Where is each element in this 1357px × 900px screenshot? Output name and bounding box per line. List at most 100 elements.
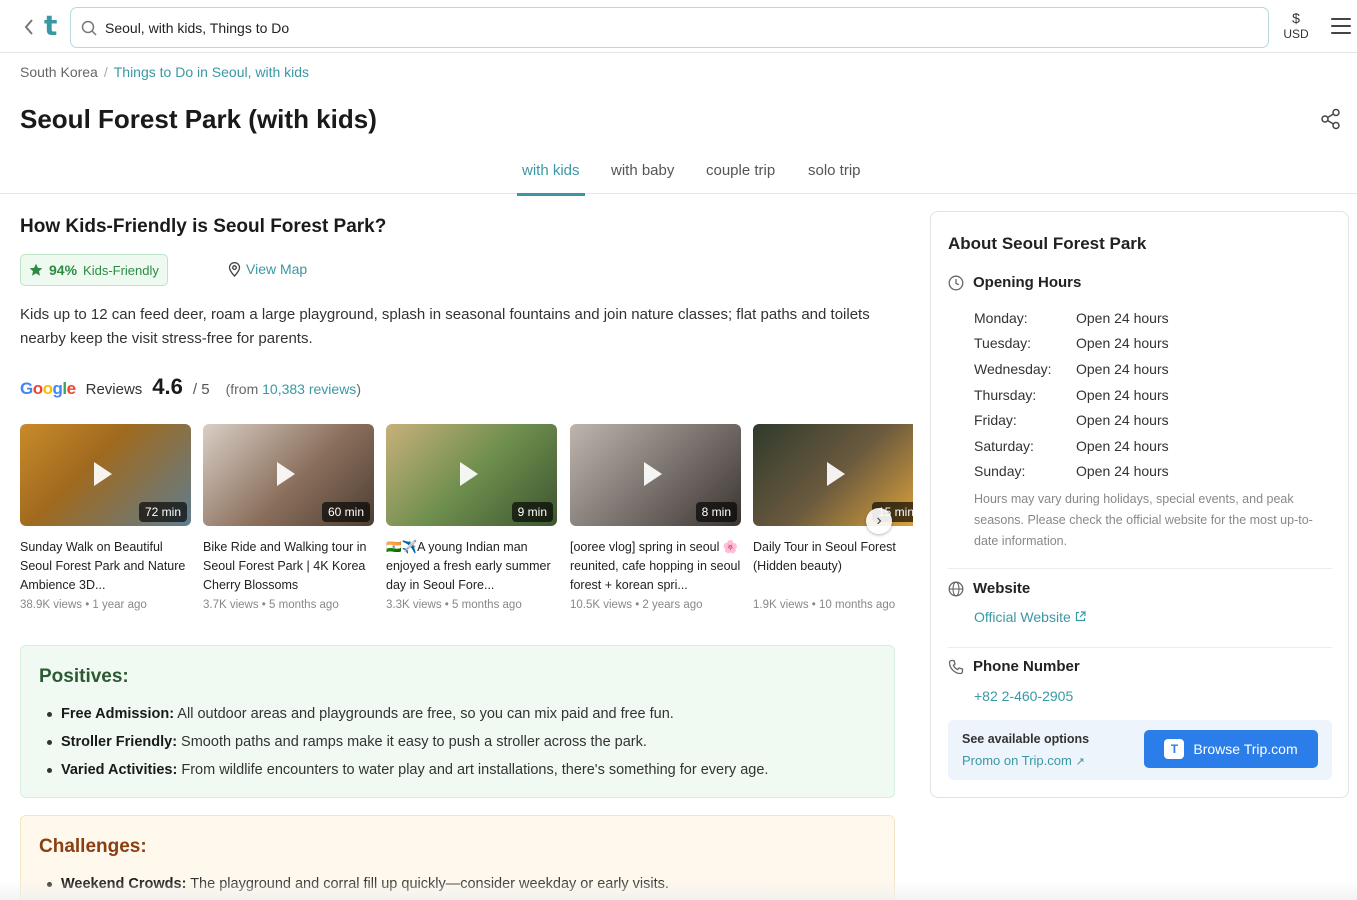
opening-hours-label: Opening Hours <box>973 274 1082 291</box>
trip-type-tabs: with kids with baby couple trip solo tri… <box>0 150 1357 196</box>
positive-item: Stroller Friendly: Smooth paths and ramp… <box>39 728 876 756</box>
promo-box: See available options Promo on Trip.com … <box>948 720 1332 780</box>
search-input[interactable] <box>105 19 1205 36</box>
video-meta: 1.9K views • 10 months ago <box>753 599 896 611</box>
kids-friendly-label: Kids-Friendly <box>83 262 159 278</box>
video-thumbnail[interactable]: 8 min <box>570 424 741 526</box>
phone-header: Phone Number <box>948 658 1080 675</box>
currency-selector[interactable]: $ USD <box>1280 10 1312 42</box>
divider <box>948 647 1332 648</box>
promo-link[interactable]: Promo on Trip.com ↗ <box>962 753 1085 768</box>
play-icon <box>94 462 112 486</box>
site-logo[interactable]: t <box>44 9 57 42</box>
browse-trip-label: Browse Trip.com <box>1193 741 1298 757</box>
reviews-summary: Google Reviews 4.6 / 5 (from 10,383 revi… <box>20 374 361 400</box>
external-link-icon <box>1075 611 1086 622</box>
search-bar[interactable] <box>70 7 1269 48</box>
video-card[interactable]: 72 min Sunday Walk on Beautiful Seoul Fo… <box>20 424 191 611</box>
breadcrumb-current[interactable]: Things to Do in Seoul, with kids <box>114 64 309 80</box>
page-title: Seoul Forest Park (with kids) <box>20 104 377 134</box>
bottom-fade <box>0 880 1357 900</box>
opening-hours-header: Opening Hours <box>948 274 1081 291</box>
positives-heading: Positives: <box>39 666 129 687</box>
hours-row: Sunday: Open 24 hours <box>974 463 1169 480</box>
play-icon <box>827 462 845 486</box>
challenges-heading: Challenges: <box>39 836 147 857</box>
back-arrow-icon[interactable] <box>18 14 40 40</box>
arrow-up-right-icon: ↗ <box>1075 756 1085 768</box>
video-title[interactable]: Sunday Walk on Beautiful Seoul Forest Pa… <box>20 538 191 595</box>
website-header: Website <box>948 580 1030 597</box>
hamburger-menu-icon[interactable] <box>1331 18 1351 36</box>
phone-icon <box>948 659 964 674</box>
video-card[interactable]: 9 min 🇮🇳✈️A young Indian man enjoyed a f… <box>386 424 557 611</box>
kids-friendly-percent: 94% <box>49 262 78 278</box>
video-duration: 72 min <box>138 502 187 522</box>
video-title[interactable]: 🇮🇳✈️A young Indian man enjoyed a fresh e… <box>386 538 557 595</box>
video-card[interactable]: 60 min Bike Ride and Walking tour in Seo… <box>203 424 374 611</box>
video-thumbnail[interactable]: 60 min <box>203 424 374 526</box>
hours-table: Monday: Open 24 hours Tuesday: Open 24 hou… <box>974 305 1169 484</box>
positives-panel: Positives: Free Admission: All outdoor a… <box>20 645 895 798</box>
video-thumbnail[interactable]: 15 min <box>753 424 913 526</box>
video-meta: 3.3K views • 5 months ago <box>386 599 522 611</box>
breadcrumb-separator: / <box>103 64 108 80</box>
video-title[interactable]: Daily Tour in Seoul Forest (Hidden beaut… <box>753 538 913 595</box>
currency-symbol: $ <box>1292 10 1300 26</box>
view-map-link[interactable]: View Map <box>228 261 307 277</box>
hours-row: Friday: Open 24 hours <box>974 412 1169 429</box>
about-panel: About Seoul Forest Park Opening Hours Mo… <box>930 211 1349 798</box>
video-title[interactable]: Bike Ride and Walking tour in Seoul Fore… <box>203 538 374 595</box>
clock-icon <box>948 275 964 290</box>
video-title[interactable]: [ooree vlog] spring in seoul 🌸 reunited,… <box>570 538 741 595</box>
reviews-count-link[interactable]: 10,383 reviews <box>262 381 356 397</box>
play-icon <box>644 462 662 486</box>
reviews-count: (from 10,383 reviews) <box>225 381 361 397</box>
browse-trip-button[interactable]: T Browse Trip.com <box>1144 730 1318 768</box>
hours-row: Monday: Open 24 hours <box>974 309 1169 326</box>
kids-friendly-badge: 94% Kids-Friendly <box>20 254 168 286</box>
phone-number-link[interactable]: +82 2-460-2905 <box>974 688 1073 704</box>
currency-code: USD <box>1283 27 1309 41</box>
trip-logo-icon: T <box>1164 739 1185 759</box>
rating-scale: / 5 <box>192 381 210 398</box>
website-label: Website <box>973 580 1031 597</box>
phone-label: Phone Number <box>973 658 1080 675</box>
hours-row: Tuesday: Open 24 hours <box>974 335 1169 352</box>
promo-label: See available options <box>962 732 1090 746</box>
tab-with-kids[interactable]: with kids <box>517 162 585 196</box>
carousel-next-icon[interactable]: › <box>866 508 892 534</box>
video-duration: 60 min <box>321 502 370 522</box>
positive-item: Free Admission: All outdoor areas and pl… <box>39 700 876 728</box>
play-icon <box>460 462 478 486</box>
divider <box>948 568 1332 569</box>
official-website-link[interactable]: Official Website <box>974 609 1086 625</box>
video-carousel: 72 min Sunday Walk on Beautiful Seoul Fo… <box>20 424 913 624</box>
video-meta: 3.7K views • 5 months ago <box>203 599 339 611</box>
star-icon <box>29 263 43 276</box>
video-card[interactable]: 8 min [ooree vlog] spring in seoul 🌸 reu… <box>570 424 741 611</box>
kids-friendly-heading: How Kids-Friendly is Seoul Forest Park? <box>20 216 387 237</box>
reviews-label: Reviews <box>85 381 143 398</box>
tab-with-baby[interactable]: with baby <box>611 162 674 193</box>
positive-item: Varied Activities: From wildlife encount… <box>39 756 876 784</box>
hours-row: Wednesday: Open 24 hours <box>974 360 1169 377</box>
about-title: About Seoul Forest Park <box>948 234 1147 253</box>
hours-row: Saturday: Open 24 hours <box>974 437 1169 454</box>
google-logo: Google <box>20 379 76 398</box>
video-thumbnail[interactable]: 72 min <box>20 424 191 526</box>
location-pin-icon <box>228 261 241 277</box>
play-icon <box>277 462 295 486</box>
globe-icon <box>948 581 964 596</box>
video-thumbnail[interactable]: 9 min <box>386 424 557 526</box>
tab-couple-trip[interactable]: couple trip <box>706 162 775 193</box>
video-duration: 8 min <box>695 502 737 522</box>
tab-solo-trip[interactable]: solo trip <box>808 162 861 193</box>
video-duration: 9 min <box>511 502 553 522</box>
video-meta: 10.5K views • 2 years ago <box>570 599 703 611</box>
breadcrumb-root[interactable]: South Korea <box>20 64 98 80</box>
video-meta: 38.9K views • 1 year ago <box>20 599 147 611</box>
share-icon[interactable] <box>1320 108 1342 130</box>
hours-row: Thursday: Open 24 hours <box>974 386 1169 403</box>
hours-note: Hours may vary during holidays, special … <box>974 492 1313 548</box>
